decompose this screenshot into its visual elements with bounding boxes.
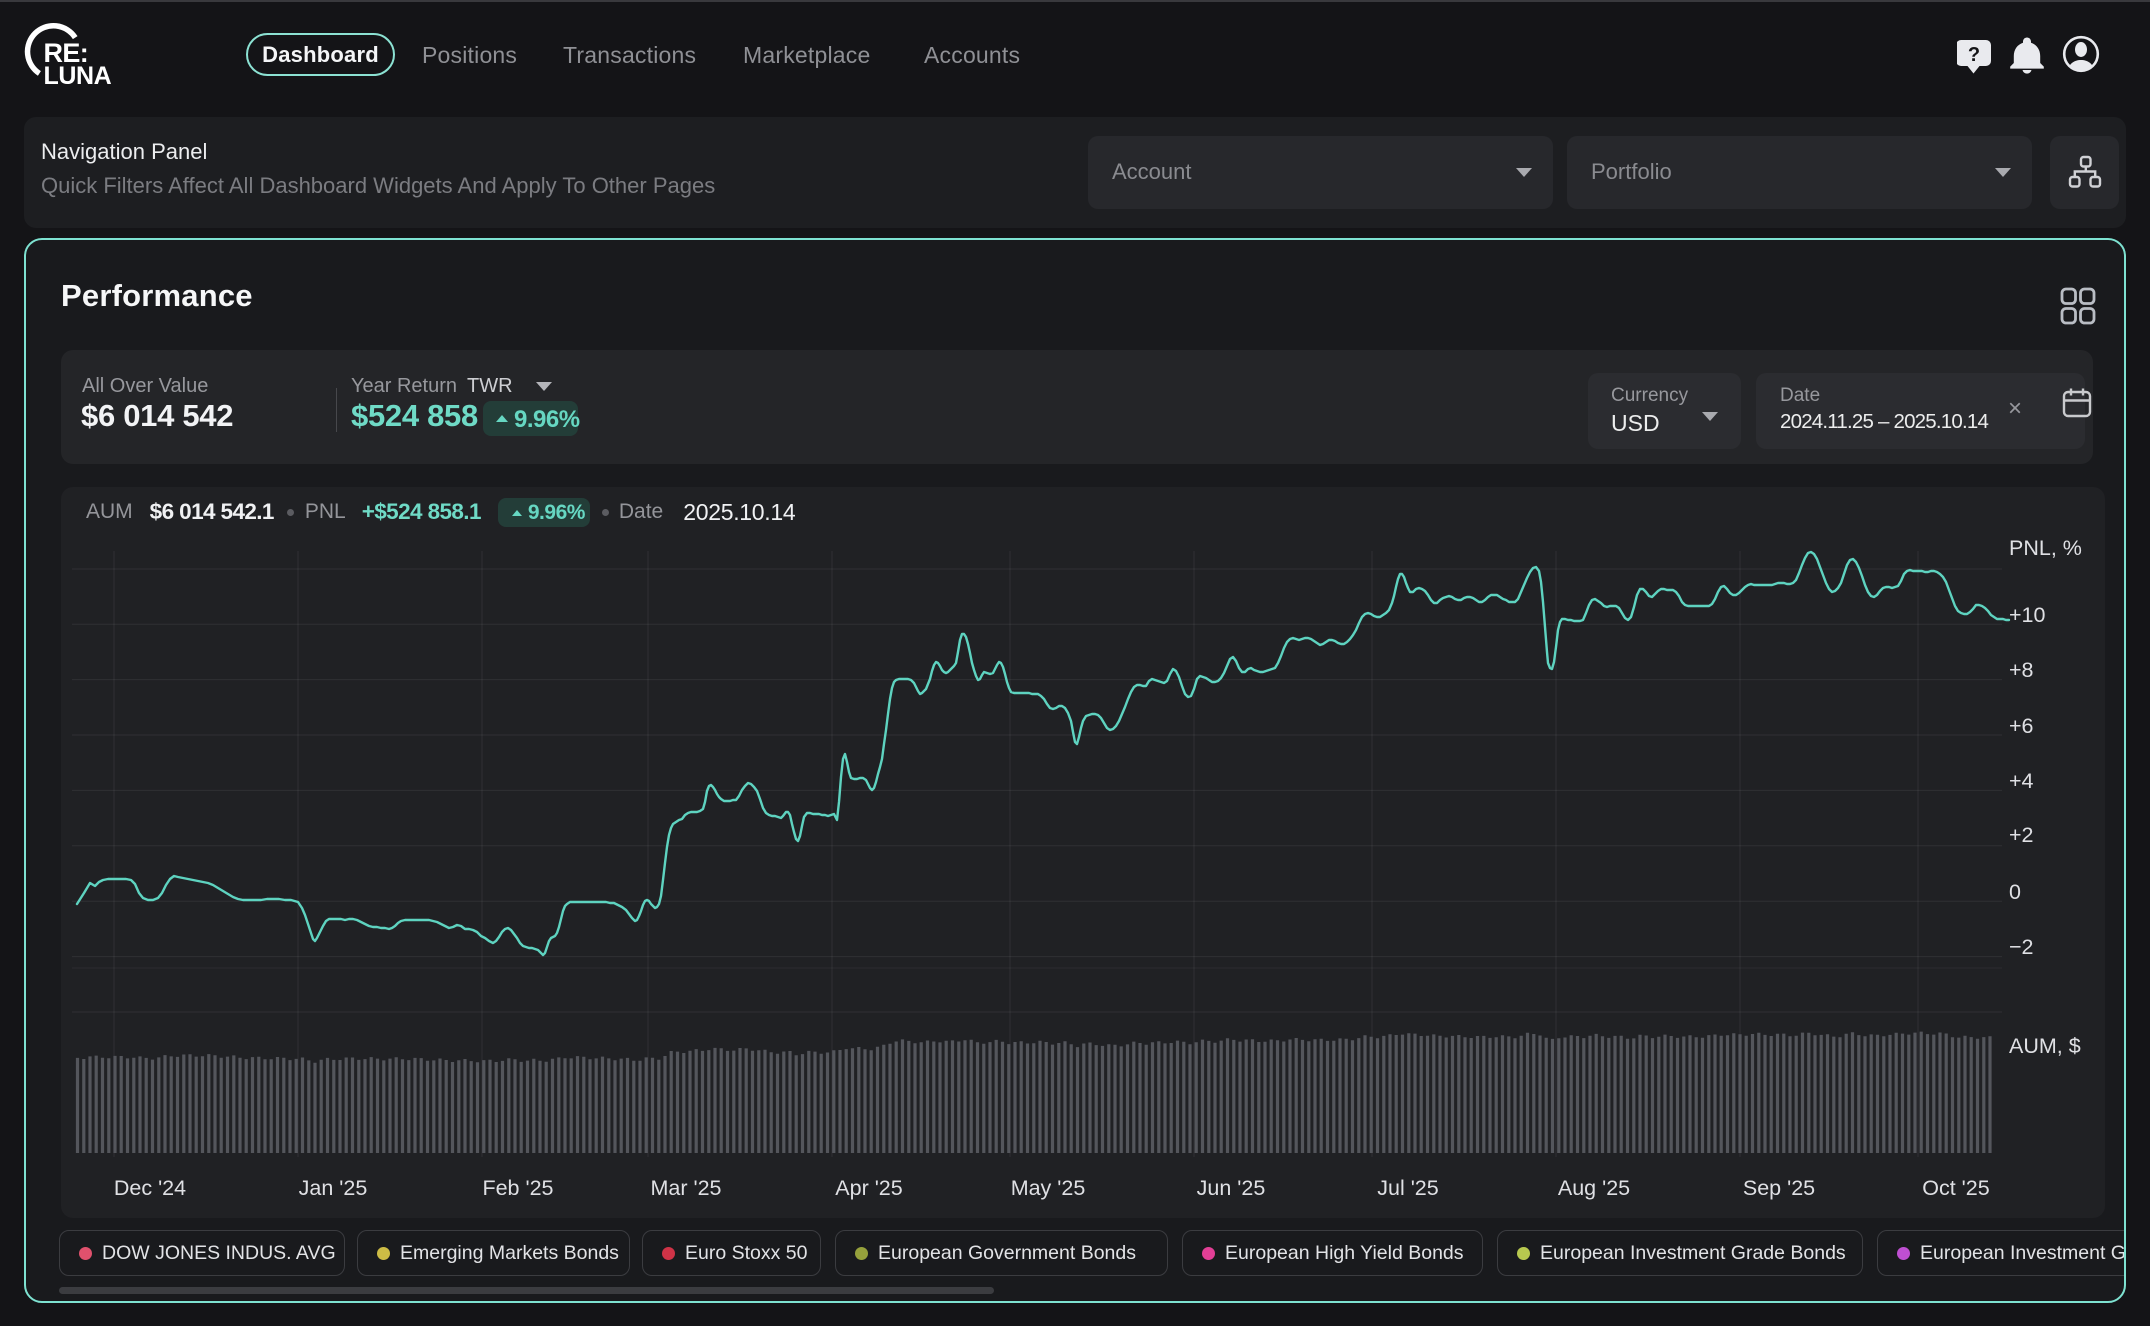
svg-text:Mar '25: Mar '25 <box>650 1176 721 1200</box>
svg-text:Sep '25: Sep '25 <box>1743 1176 1815 1200</box>
svg-text:Apr '25: Apr '25 <box>835 1176 902 1200</box>
svg-text:?: ? <box>1968 44 1980 66</box>
svg-text:Oct '25: Oct '25 <box>1922 1176 1989 1200</box>
svg-text:Jan '25: Jan '25 <box>299 1176 368 1200</box>
svg-text:+10: +10 <box>2009 603 2046 627</box>
svg-text:LUNA: LUNA <box>44 62 112 90</box>
svg-text:Aug '25: Aug '25 <box>1558 1176 1630 1200</box>
svg-text:+6: +6 <box>2009 714 2034 738</box>
svg-text:+8: +8 <box>2009 658 2034 682</box>
svg-text:+2: +2 <box>2009 823 2034 847</box>
svg-text:0: 0 <box>2009 880 2021 904</box>
svg-text:PNL, %: PNL, % <box>2009 536 2082 560</box>
svg-text:May '25: May '25 <box>1011 1176 1086 1200</box>
svg-text:+4: +4 <box>2009 769 2034 793</box>
svg-text:Jun '25: Jun '25 <box>1197 1176 1266 1200</box>
svg-text:−2: −2 <box>2009 935 2034 959</box>
svg-text:AUM, $: AUM, $ <box>2009 1034 2081 1058</box>
svg-text:Feb '25: Feb '25 <box>482 1176 553 1200</box>
svg-text:Jul '25: Jul '25 <box>1377 1176 1439 1200</box>
svg-text:Dec '24: Dec '24 <box>114 1176 186 1200</box>
